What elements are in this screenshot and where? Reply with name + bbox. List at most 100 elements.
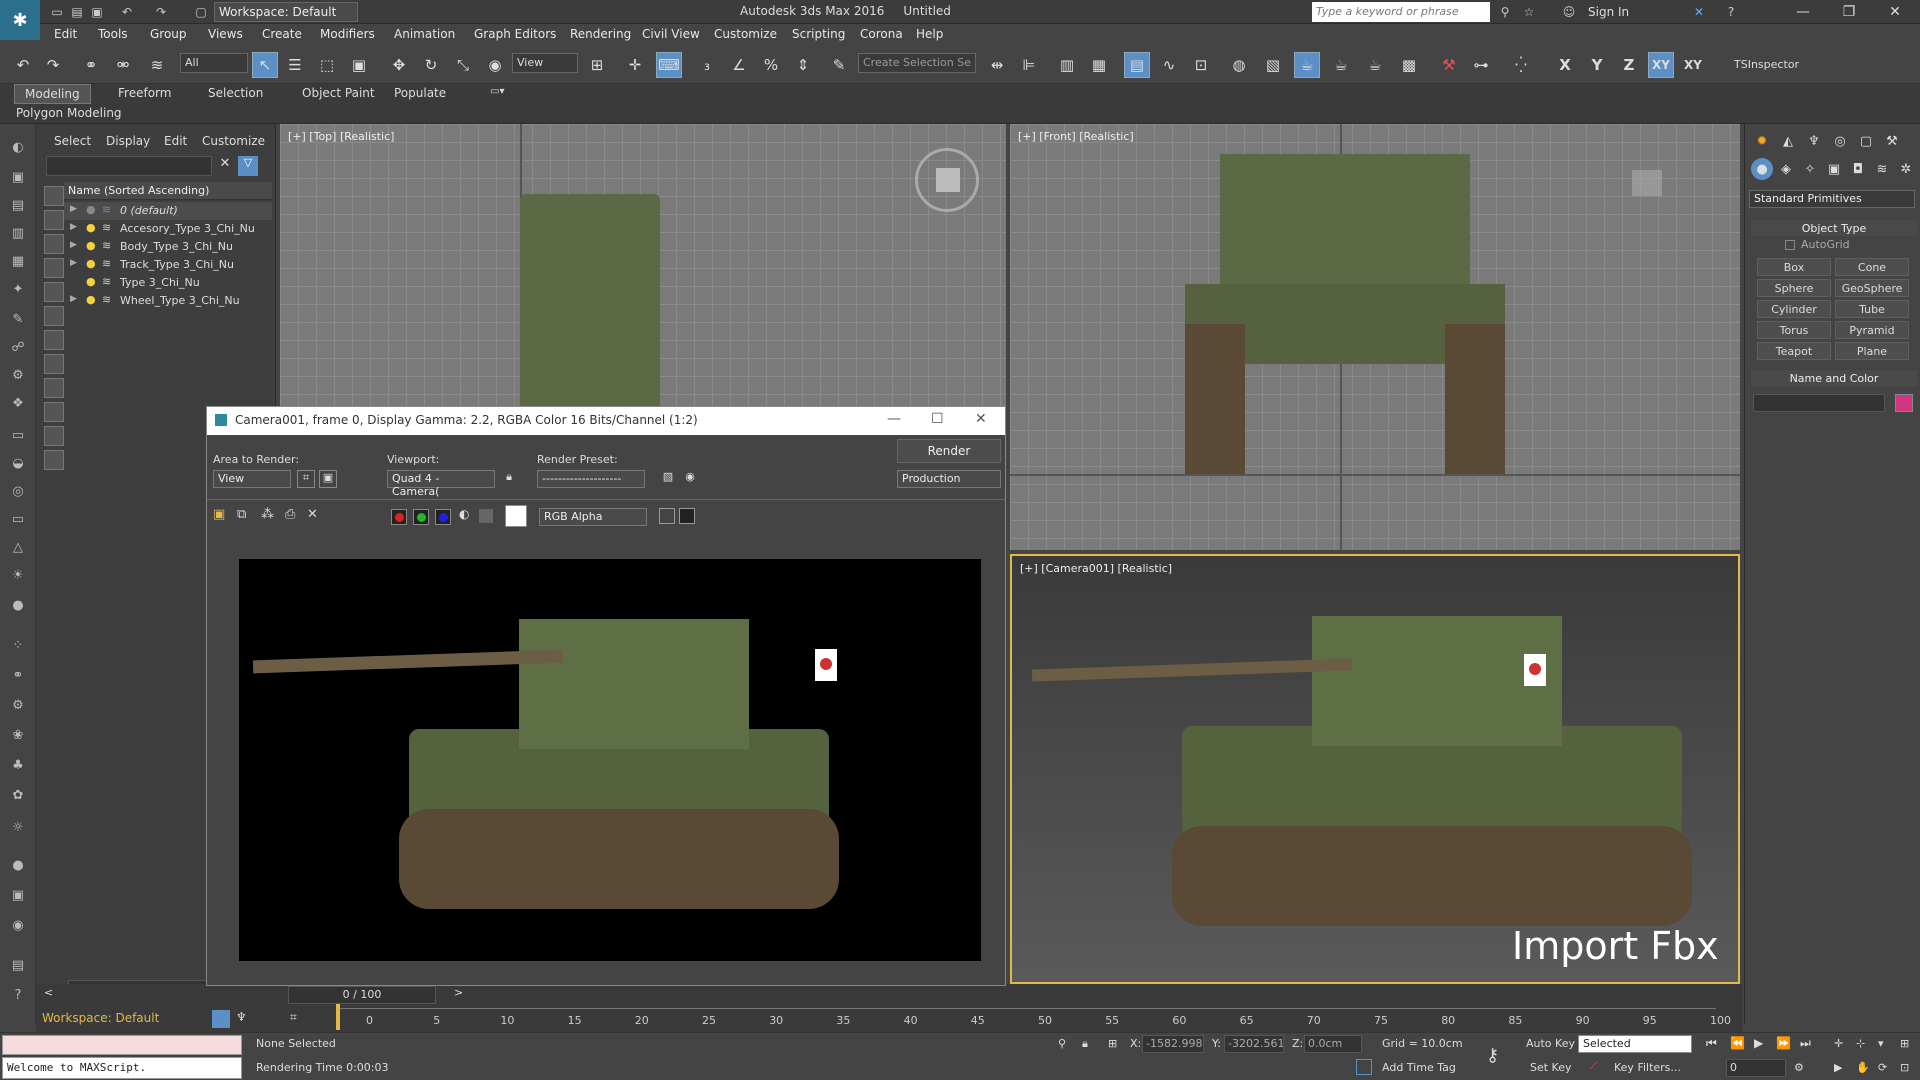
expand-icon[interactable]: ▶ <box>70 294 77 304</box>
rect-selection-icon[interactable]: ⬚ <box>314 52 340 78</box>
tool-icon-10[interactable]: ❖ <box>7 392 29 414</box>
lightbulb-icon[interactable]: ● <box>86 239 96 252</box>
key-filters-button[interactable]: Key Filters... <box>1614 1061 1681 1074</box>
viewport-label[interactable]: [+] [Front] [Realistic] <box>1018 130 1134 143</box>
tool-icon-18[interactable]: ⁘ <box>7 634 29 656</box>
y-coordinate-field[interactable]: -3202.561 <box>1224 1035 1284 1053</box>
utilities-tab-icon[interactable]: ⚒ <box>1881 130 1903 152</box>
hair-tool-icon[interactable]: ⚒ <box>1436 52 1462 78</box>
add-time-tag-button[interactable]: Add Time Tag <box>1382 1061 1456 1074</box>
tool-icon-6[interactable]: ✦ <box>7 278 29 300</box>
lights-icon[interactable]: ✧ <box>1799 158 1821 180</box>
motion-tab-icon[interactable]: ◎ <box>1829 130 1851 152</box>
absolute-mode-icon[interactable]: ⊞ <box>1108 1037 1117 1050</box>
ribbon-options-icon[interactable]: ▭▾ <box>490 86 504 97</box>
previous-frame-icon[interactable]: ⏪ <box>1730 1036 1745 1050</box>
render-in-cloud-icon[interactable]: ▩ <box>1396 52 1422 78</box>
expand-icon[interactable]: ▶ <box>70 204 77 214</box>
help-icon[interactable]: ? <box>1722 3 1740 21</box>
cone-button[interactable]: Cone <box>1835 258 1909 276</box>
selection-filter-dropdown[interactable]: All <box>180 53 248 73</box>
tool-icon-8[interactable]: ☍ <box>7 336 29 358</box>
expand-icon[interactable]: ▶ <box>70 240 77 250</box>
redo-icon[interactable]: ↷ <box>152 3 170 21</box>
workspace-dropdown[interactable]: Workspace: Default <box>214 2 358 22</box>
search-input[interactable]: Type a keyword or phrase <box>1312 2 1490 22</box>
display-bones-icon[interactable] <box>44 402 64 422</box>
shapes-icon[interactable]: ◈ <box>1775 158 1797 180</box>
align-icon[interactable]: ⊫ <box>1016 52 1042 78</box>
tab-modeling[interactable]: Modeling <box>14 84 91 104</box>
alpha-channel-icon[interactable]: ◐ <box>459 507 469 521</box>
time-slider[interactable]: 0 / 100 <box>288 986 436 1004</box>
se-search-input[interactable] <box>46 156 212 176</box>
environment-icon[interactable]: ◉ <box>681 470 699 488</box>
hierarchy-toggle-icon[interactable]: ♆ <box>236 1010 254 1028</box>
object-row[interactable]: ● ≋ Type 3_Chi_Nu <box>64 274 272 292</box>
tool-icon-19[interactable]: ⚭ <box>7 664 29 686</box>
auto-key-button[interactable]: Auto Key <box>1526 1037 1575 1050</box>
display-channel-dropdown[interactable]: RGB Alpha <box>539 508 647 526</box>
lightbulb-icon[interactable]: ● <box>86 257 96 270</box>
tool-icon-15[interactable]: △ <box>7 536 29 558</box>
schematic-view-icon[interactable]: ⊡ <box>1188 52 1214 78</box>
render-setup-icon[interactable]: ▧ <box>659 470 677 488</box>
minimize-button[interactable]: — <box>1780 0 1826 24</box>
tool-icon-22[interactable]: ♣ <box>7 754 29 776</box>
display-lights-icon[interactable] <box>44 258 64 278</box>
exchange-icon[interactable]: ✕ <box>1690 3 1708 21</box>
z-coordinate-field[interactable]: 0.0cm <box>1304 1035 1362 1053</box>
clear-icon[interactable]: ✕ <box>307 507 318 522</box>
redo-icon[interactable]: ↷ <box>40 52 66 78</box>
sign-in-link[interactable]: Sign In <box>1588 5 1629 19</box>
mirror-icon[interactable]: ⇹ <box>984 52 1010 78</box>
menu-civil-view[interactable]: Civil View <box>642 27 700 41</box>
copy-image-icon[interactable]: ⧉ <box>237 507 246 522</box>
maximize-viewport-icon[interactable]: ⊡ <box>1900 1061 1909 1074</box>
menu-help[interactable]: Help <box>916 27 943 41</box>
viewport-camera[interactable]: [+] [Camera001] [Realistic] Import Fbx <box>1010 554 1740 984</box>
link-icon[interactable]: ⚭ <box>78 52 104 78</box>
scale-icon[interactable]: ⤡ <box>450 52 476 78</box>
play-icon[interactable]: ▶ <box>1754 1036 1763 1050</box>
filter-icon[interactable]: ▽ <box>238 156 258 176</box>
zoom-icon[interactable]: ✛ <box>1834 1037 1843 1050</box>
cylinder-button[interactable]: Cylinder <box>1757 300 1831 318</box>
layer-toggle-icon[interactable] <box>212 1010 230 1028</box>
green-channel-toggle[interactable] <box>413 509 429 525</box>
go-to-start-icon[interactable]: ⏮ <box>1706 1036 1717 1051</box>
tool-icon-13[interactable]: ◎ <box>7 480 29 502</box>
max-logo-icon[interactable]: ✱ <box>0 0 40 40</box>
pan-icon[interactable]: ✋ <box>1856 1061 1870 1074</box>
go-to-end-icon[interactable]: ⏭ <box>1800 1036 1811 1051</box>
scene-explorer-toggle-icon[interactable]: ▤ <box>1124 52 1150 78</box>
cameras-icon[interactable]: ▣ <box>1823 158 1845 180</box>
snaps-toggle-icon[interactable]: ₃ <box>694 52 720 78</box>
display-cameras-icon[interactable] <box>44 282 64 302</box>
menu-modifiers[interactable]: Modifiers <box>320 27 375 41</box>
tool-icon-7[interactable]: ✎ <box>7 308 29 330</box>
tab-freeform[interactable]: Freeform <box>118 86 171 100</box>
fov-icon[interactable]: ▶ <box>1834 1061 1842 1074</box>
measure-icon[interactable]: ⊶ <box>1468 52 1494 78</box>
object-type-rollout[interactable]: Object Type <box>1751 220 1917 236</box>
menu-rendering[interactable]: Rendering <box>570 27 631 41</box>
lock-selection-icon[interactable]: 🔒︎ <box>1082 1037 1088 1051</box>
helpers-icon[interactable]: ◘ <box>1847 158 1869 180</box>
toggle-overlays-icon[interactable] <box>679 508 695 524</box>
display-tab-icon[interactable]: ▢ <box>1855 130 1877 152</box>
hierarchy-tab-icon[interactable]: ♆ <box>1803 130 1825 152</box>
lightbulb-icon[interactable]: ● <box>86 293 96 306</box>
teapot-button[interactable]: Teapot <box>1757 342 1831 360</box>
render-setup-icon[interactable]: ▧ <box>1260 52 1286 78</box>
tool-icon-3[interactable]: ▤ <box>7 194 29 216</box>
object-name-field[interactable] <box>1753 394 1885 412</box>
layer-row[interactable]: ▶ ● ≋ 0 (default) <box>64 202 272 220</box>
tool-icon-23[interactable]: ✿ <box>7 784 29 806</box>
pyramid-button[interactable]: Pyramid <box>1835 321 1909 339</box>
lock-icon[interactable]: 🔒︎ <box>501 470 517 488</box>
maxscript-output[interactable]: Welcome to MAXScript. <box>2 1057 242 1079</box>
close-button[interactable]: ✕ <box>1872 0 1918 24</box>
viewport-dropdown[interactable]: Quad 4 - Camera( <box>387 470 495 498</box>
rotate-icon[interactable]: ↻ <box>418 52 444 78</box>
